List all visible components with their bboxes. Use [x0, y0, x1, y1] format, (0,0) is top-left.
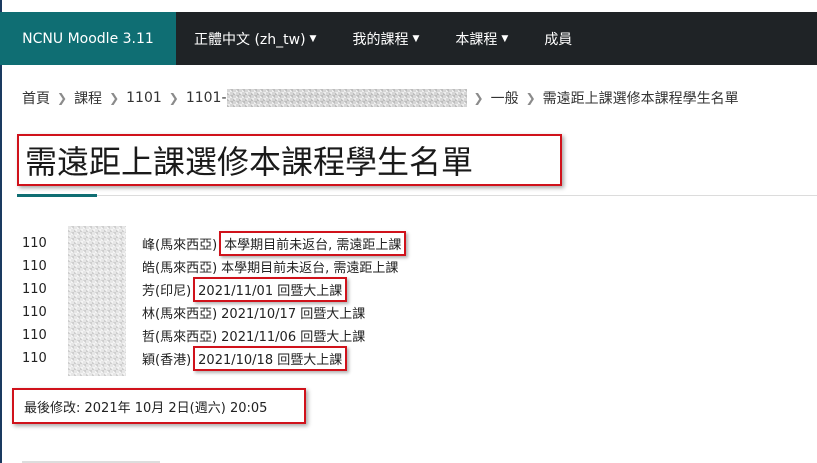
breadcrumb-home[interactable]: 首頁: [22, 88, 50, 108]
nav-participants-link[interactable]: 成員: [526, 12, 590, 65]
title-divider: [17, 195, 817, 196]
redacted-course-name: [226, 89, 467, 107]
student-note: 2021/11/01 回暨大上課: [193, 277, 348, 302]
caret-down-icon: ▼: [412, 33, 420, 44]
page-title: 需遠距上課選修本課程學生名單: [25, 143, 474, 181]
caret-down-icon: ▼: [309, 33, 317, 44]
breadcrumb-courses[interactable]: 課程: [74, 88, 102, 108]
breadcrumb: 首頁 ❯ 課程 ❯ 1101 ❯ 1101- ❯ 一般 ❯ 需遠距上課選修本課程…: [22, 88, 739, 108]
student-note: 本學期目前未返台, 需遠距上課: [221, 261, 399, 276]
chevron-right-icon: ❯: [109, 91, 120, 105]
student-note: 2021/10/17 回暨大上課: [221, 307, 366, 322]
breadcrumb-course-prefix: 1101-: [185, 90, 227, 106]
nav-my-courses-menu[interactable]: 我的課程 ▼: [334, 12, 437, 65]
title-highlight-box: 需遠距上課選修本課程學生名單: [17, 134, 562, 186]
nav-my-courses-label: 我的課程: [352, 31, 409, 48]
nav-this-course-label: 本課程: [455, 31, 498, 48]
caret-down-icon: ▼: [501, 33, 509, 44]
student-name: 芳(印尼): [142, 284, 192, 299]
chevron-right-icon: ❯: [473, 91, 484, 105]
student-name: 皓(馬來西亞): [142, 261, 218, 276]
redacted-student-ids: [68, 226, 126, 376]
top-navbar: NCNU Moodle 3.11 正體中文 (zh_tw) ▼ 我的課程 ▼ 本…: [0, 12, 817, 65]
student-note: 本學期目前未返台, 需遠距上課: [219, 231, 407, 256]
student-name: 哲(馬來西亞): [142, 330, 218, 345]
breadcrumb-section[interactable]: 一般: [491, 88, 519, 108]
student-note: 2021/10/18 回暨大上課: [193, 346, 348, 371]
chevron-right-icon: ❯: [525, 91, 536, 105]
title-accent-bar: [17, 194, 97, 197]
chevron-right-icon: ❯: [57, 91, 68, 105]
student-name: 峰(馬來西亞): [142, 238, 218, 253]
student-name: 穎(香港): [142, 353, 192, 368]
nav-language-menu[interactable]: 正體中文 (zh_tw) ▼: [176, 12, 334, 65]
breadcrumb-course[interactable]: 1101-: [186, 89, 467, 107]
chevron-right-icon: ❯: [168, 91, 179, 105]
breadcrumb-current: 需遠距上課選修本課程學生名單: [542, 91, 739, 107]
breadcrumb-term[interactable]: 1101: [126, 90, 162, 106]
site-brand[interactable]: NCNU Moodle 3.11: [0, 12, 176, 65]
left-edge-bar: [0, 0, 2, 463]
nav-participants-label: 成員: [544, 31, 573, 48]
student-name: 林(馬來西亞): [142, 307, 218, 322]
nav-this-course-menu[interactable]: 本課程 ▼: [437, 12, 526, 65]
student-note: 2021/11/06 回暨大上課: [221, 330, 366, 345]
last-modified-text: 最後修改: 2021年 10月 2日(週六) 20:05: [24, 400, 268, 416]
last-modified-box: 最後修改: 2021年 10月 2日(週六) 20:05: [12, 388, 306, 424]
nav-language-label: 正體中文 (zh_tw): [194, 31, 306, 48]
